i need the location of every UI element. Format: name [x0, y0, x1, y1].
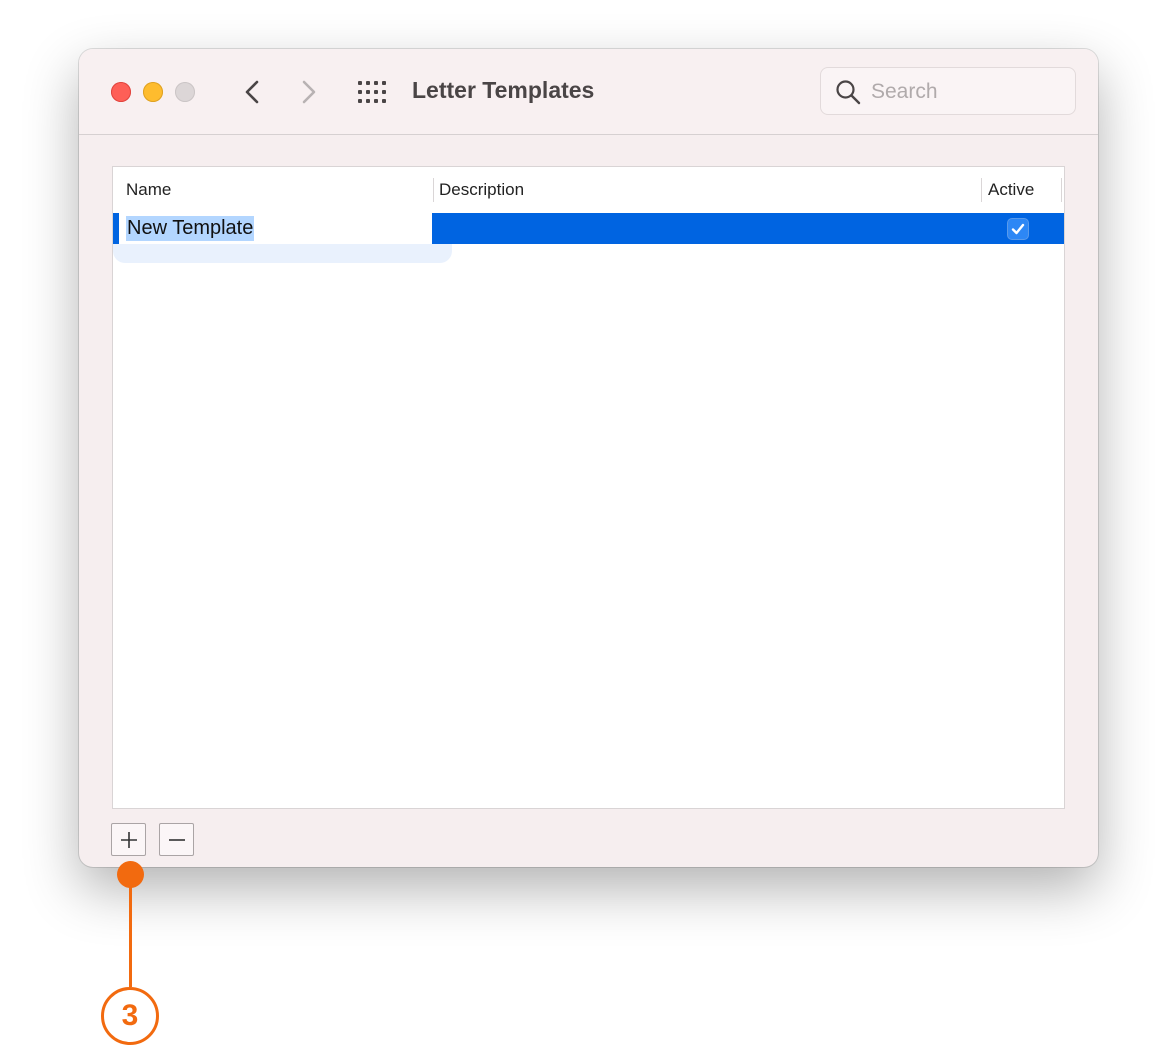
column-divider[interactable] — [1061, 178, 1062, 202]
forward-button[interactable] — [293, 76, 325, 108]
window-title: Letter Templates — [412, 77, 595, 103]
back-button[interactable] — [236, 76, 268, 108]
active-checkbox[interactable] — [1008, 219, 1028, 239]
table-row[interactable]: New Template — [113, 213, 1064, 244]
name-edit-field[interactable]: New Template — [119, 213, 432, 244]
plus-icon — [121, 832, 137, 848]
callout-number-badge: 3 — [101, 987, 159, 1045]
zoom-window-button[interactable] — [175, 82, 195, 102]
name-cell-text[interactable]: New Template — [126, 216, 255, 241]
search-field[interactable] — [820, 67, 1076, 115]
show-all-button[interactable] — [357, 80, 389, 104]
chevron-left-icon — [245, 80, 259, 104]
minus-icon — [169, 839, 185, 841]
chevron-right-icon — [302, 80, 316, 104]
window: Letter Templates Name Description Active… — [79, 49, 1098, 867]
callout-line — [129, 880, 132, 987]
checkmark-icon — [1011, 223, 1025, 235]
templates-table: Name Description Active New Template — [112, 166, 1065, 809]
minimize-window-button[interactable] — [143, 82, 163, 102]
search-icon — [836, 80, 861, 105]
remove-template-button[interactable] — [159, 823, 194, 856]
edit-field-shadow — [113, 243, 452, 263]
search-input[interactable] — [869, 74, 1069, 110]
titlebar: Letter Templates — [79, 49, 1098, 135]
column-header-name[interactable]: Name — [126, 167, 171, 212]
grid-icon — [358, 81, 386, 103]
close-window-button[interactable] — [111, 82, 131, 102]
add-template-button[interactable] — [111, 823, 146, 856]
column-divider[interactable] — [433, 178, 434, 202]
column-header-active[interactable]: Active — [988, 167, 1034, 212]
table-header: Name Description Active — [113, 167, 1064, 212]
column-divider[interactable] — [981, 178, 982, 202]
column-header-description[interactable]: Description — [439, 167, 524, 212]
